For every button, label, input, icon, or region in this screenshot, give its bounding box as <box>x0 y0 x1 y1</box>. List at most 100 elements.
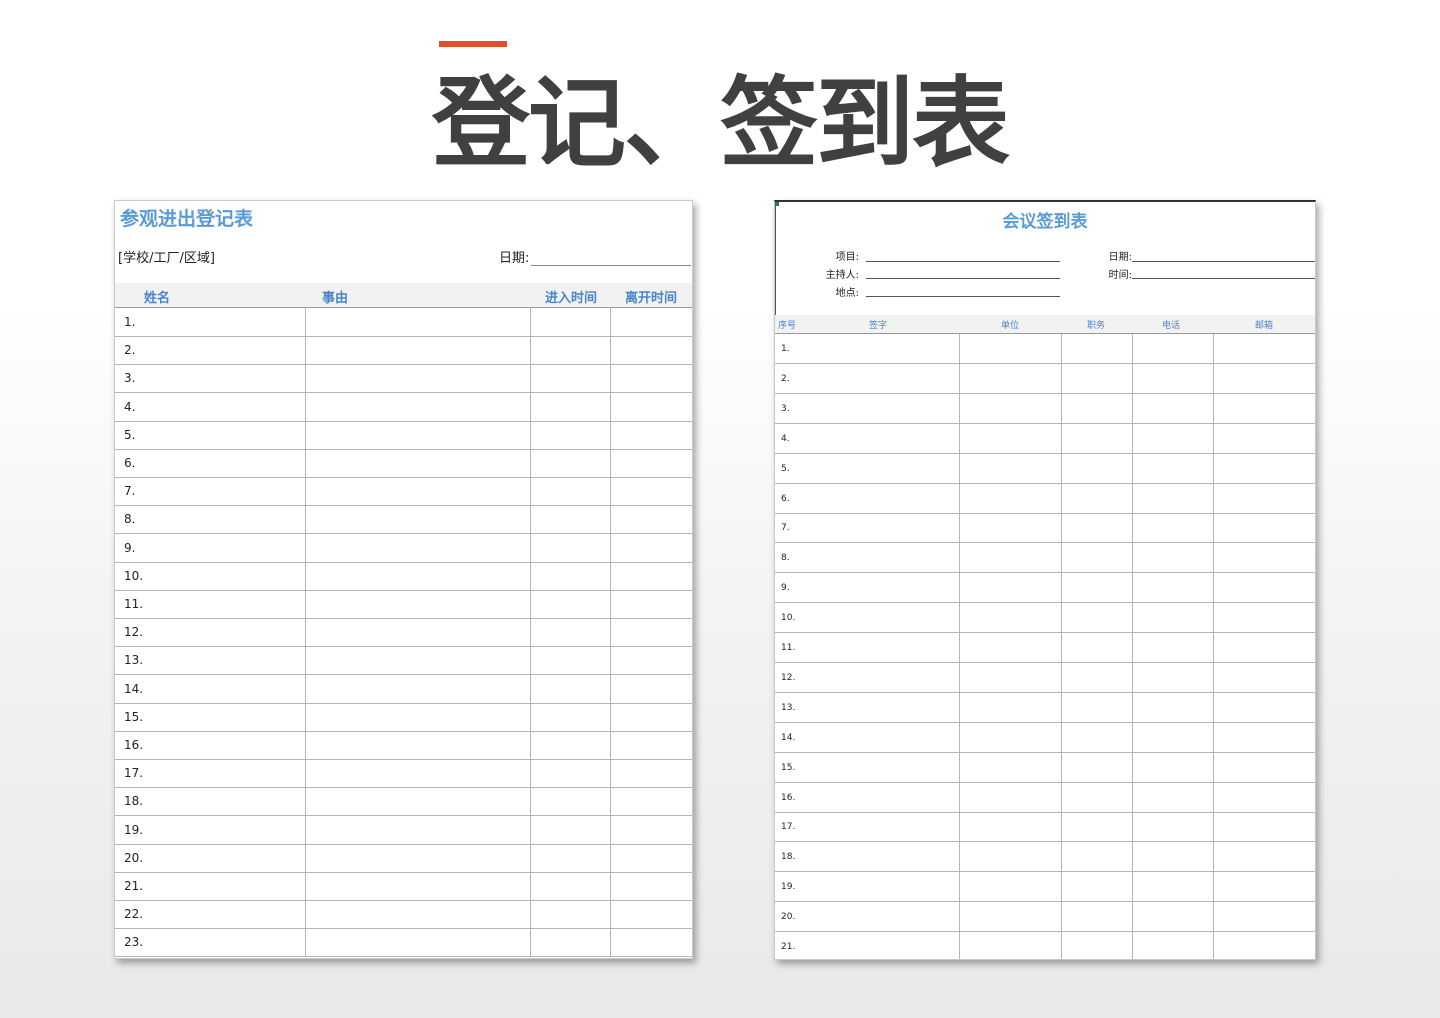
row-number: 20. <box>124 850 144 865</box>
visitor-register-sheet: 参观进出登记表 [学校/工厂/区域] 日期: 姓名 事由 进入时间 离开时间 1… <box>114 200 693 959</box>
table-row[interactable]: 9. <box>775 573 1315 604</box>
table-row[interactable]: 14. <box>115 675 692 704</box>
row-number: 2. <box>124 343 136 358</box>
table-row[interactable]: 21. <box>115 872 692 901</box>
table-row[interactable]: 12. <box>775 663 1315 693</box>
table-row[interactable]: 15. <box>775 753 1315 783</box>
column-divider <box>610 307 611 957</box>
table-row[interactable]: 2. <box>115 336 692 366</box>
table-row[interactable]: 1. <box>115 308 692 337</box>
row-number: 7. <box>124 484 136 499</box>
table-row[interactable]: 4. <box>775 424 1315 454</box>
table-row[interactable]: 10. <box>775 603 1315 634</box>
row-number: 6. <box>781 493 790 504</box>
table-row[interactable]: 11. <box>115 590 692 619</box>
table-row[interactable]: 14. <box>775 723 1315 753</box>
date-label: 日期: <box>499 251 530 266</box>
row-number: 9. <box>124 540 136 555</box>
table-row[interactable]: 3. <box>775 394 1315 424</box>
table-row[interactable]: 13. <box>115 646 692 676</box>
row-number: 17. <box>781 822 796 833</box>
row-number: 15. <box>124 709 144 724</box>
table-row[interactable]: 15. <box>115 703 692 732</box>
table-row[interactable]: 6. <box>775 484 1315 514</box>
location-field-line[interactable] <box>866 296 1060 297</box>
date-label: 日期: <box>1108 252 1132 263</box>
host-field-line[interactable] <box>866 278 1060 279</box>
column-divider <box>530 307 531 957</box>
row-number: 11. <box>781 643 796 653</box>
table-row[interactable]: 23. <box>115 928 692 958</box>
row-number: 21. <box>124 879 144 893</box>
row-number: 20. <box>781 912 796 923</box>
row-number: 3. <box>124 371 136 386</box>
table-row[interactable]: 11. <box>775 633 1315 663</box>
table-row[interactable]: 8. <box>775 543 1315 574</box>
meeting-signin-title: 会议签到表 <box>1002 212 1088 232</box>
table-row[interactable]: 3. <box>115 364 692 394</box>
table-row[interactable]: 22. <box>115 900 692 930</box>
project-label: 项目: <box>835 252 859 263</box>
table-row[interactable]: 18. <box>115 787 692 817</box>
header-name: 姓名 <box>144 291 171 306</box>
scope-label: [学校/工厂/区域] <box>118 251 215 266</box>
time-field-line[interactable] <box>1132 278 1315 279</box>
visitor-register-title: 参观进出登记表 <box>120 208 254 230</box>
row-number: 9. <box>781 583 790 594</box>
row-number: 11. <box>124 597 144 611</box>
column-divider <box>959 334 960 959</box>
column-divider <box>305 307 306 957</box>
row-number: 5. <box>124 427 136 442</box>
project-field-line[interactable] <box>866 261 1060 262</box>
table-row[interactable]: 7. <box>115 477 692 507</box>
title-accent-bar <box>439 41 507 47</box>
table-row[interactable]: 17. <box>115 759 692 789</box>
host-label: 主持人: <box>825 270 859 281</box>
row-number: 13. <box>124 653 144 668</box>
table-row[interactable]: 12. <box>115 618 692 648</box>
table-row[interactable]: 8. <box>115 505 692 535</box>
table-row[interactable]: 2. <box>775 364 1315 394</box>
row-number: 15. <box>781 762 796 773</box>
table-row[interactable]: 7. <box>775 513 1315 544</box>
row-number: 12. <box>781 672 796 683</box>
table-row[interactable]: 19. <box>115 816 692 845</box>
row-number: 16. <box>124 738 144 752</box>
table-row[interactable]: 1. <box>775 334 1315 364</box>
table-row[interactable]: 20. <box>115 844 692 873</box>
date-field-line[interactable] <box>1132 261 1315 262</box>
header-email: 邮箱 <box>1255 321 1274 331</box>
row-number: 16. <box>781 792 796 803</box>
row-number: 4. <box>781 433 790 444</box>
header-reason: 事由 <box>322 291 349 306</box>
row-number: 22. <box>124 907 144 922</box>
table-row[interactable]: 13. <box>775 693 1315 723</box>
row-number: 7. <box>781 523 790 534</box>
table-row[interactable]: 10. <box>115 562 692 591</box>
table-row[interactable]: 20. <box>775 902 1315 933</box>
row-number: 17. <box>124 766 144 781</box>
row-number: 4. <box>124 399 136 414</box>
time-label: 时间: <box>1108 270 1132 281</box>
table-row[interactable]: 4. <box>115 393 692 422</box>
row-number: 19. <box>781 882 796 893</box>
table-row[interactable]: 16. <box>115 731 692 760</box>
header-entry-time: 进入时间 <box>545 291 598 306</box>
table-row[interactable]: 6. <box>115 449 692 478</box>
row-number: 23. <box>124 935 144 950</box>
table-row[interactable]: 19. <box>775 872 1315 903</box>
table-row[interactable]: 18. <box>775 842 1315 873</box>
row-number: 3. <box>781 403 790 414</box>
row-number: 14. <box>781 732 796 743</box>
row-number: 8. <box>781 553 790 564</box>
table-row[interactable]: 5. <box>115 421 692 450</box>
table-row[interactable]: 9. <box>115 534 692 563</box>
table-row[interactable]: 16. <box>775 783 1315 813</box>
table-row[interactable]: 5. <box>775 454 1315 484</box>
row-number: 13. <box>781 702 796 713</box>
table-row[interactable]: 17. <box>775 812 1315 843</box>
meeting-signin-sheet: 会议签到表 项目: 主持人: 地点: 日期: 时间: 序号 签字 单位 职务 电… <box>774 200 1316 960</box>
date-field-line[interactable] <box>531 265 691 266</box>
header-exit-time: 离开时间 <box>625 291 678 306</box>
table-row[interactable]: 21. <box>775 932 1315 959</box>
